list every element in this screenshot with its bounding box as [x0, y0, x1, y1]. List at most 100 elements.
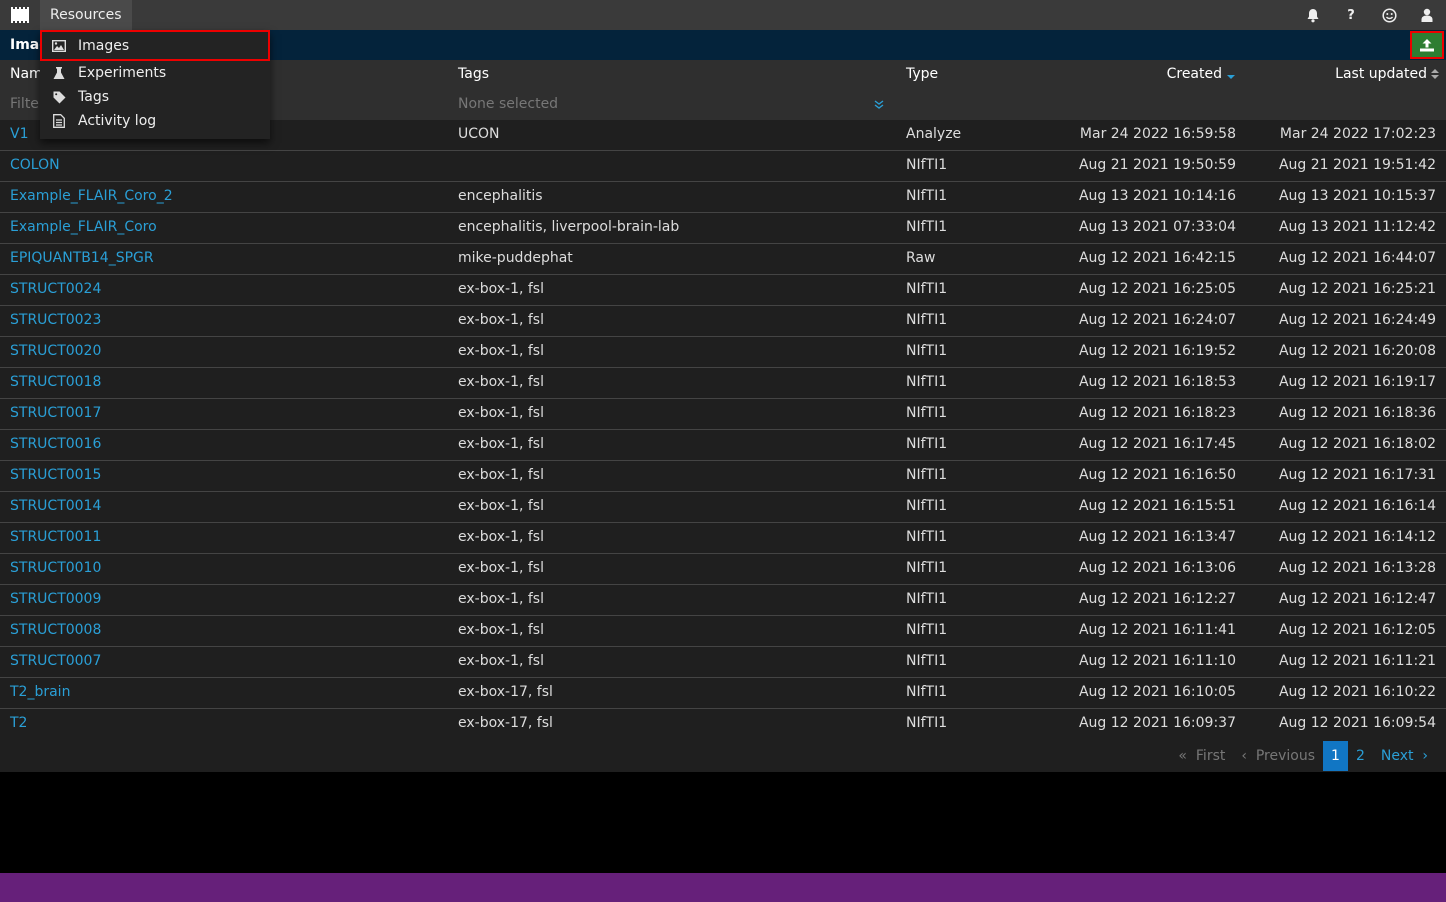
- image-icon: [52, 39, 66, 53]
- created-cell: Aug 12 2021 16:15:51: [1078, 498, 1236, 514]
- updated-cell: Aug 12 2021 16:10:22: [1278, 684, 1436, 700]
- pagination-next-label: Next: [1380, 748, 1414, 764]
- type-cell: NIfTI1: [906, 467, 948, 483]
- table-row[interactable]: STRUCT0024 ex-box-1, fsl NIfTI1 Aug 12 2021…: [0, 275, 1446, 306]
- created-cell: Aug 12 2021 16:13:06: [1078, 560, 1236, 576]
- image-name-link[interactable]: STRUCT0017: [10, 405, 101, 421]
- table-row[interactable]: EPIQUANTB14_SPGR mike-puddephat Raw Aug 12 …: [0, 244, 1446, 275]
- updated-cell: Aug 12 2021 16:16:14: [1278, 498, 1436, 514]
- table-row[interactable]: STRUCT0008 ex-box-1, fsl NIfTI1 Aug 12 2021…: [0, 616, 1446, 647]
- image-name-link[interactable]: T2_brain: [10, 684, 70, 700]
- image-name-link[interactable]: STRUCT0020: [10, 343, 101, 359]
- created-cell: Aug 12 2021 16:19:52: [1078, 343, 1236, 359]
- resources-menu-button[interactable]: Resources: [40, 0, 132, 30]
- type-cell: NIfTI1: [906, 312, 948, 328]
- created-cell: Aug 12 2021 16:11:10: [1078, 653, 1236, 669]
- menu-item-experiments[interactable]: Experiments: [40, 61, 270, 85]
- pagination-next[interactable]: Next ›: [1373, 741, 1436, 771]
- created-cell: Aug 12 2021 16:11:41: [1078, 622, 1236, 638]
- pagination-page-2[interactable]: 2: [1348, 741, 1373, 771]
- type-cell: NIfTI1: [906, 436, 948, 452]
- column-header-tags: Tags: [458, 66, 489, 82]
- type-cell: Raw: [906, 250, 936, 266]
- menu-item-tags[interactable]: Tags: [40, 85, 270, 109]
- table-row[interactable]: STRUCT0018 ex-box-1, fsl NIfTI1 Aug 12 2021…: [0, 368, 1446, 399]
- image-name-link[interactable]: T2: [10, 715, 27, 731]
- bell-icon[interactable]: [1294, 0, 1332, 30]
- created-cell: Aug 12 2021 16:25:05: [1078, 281, 1236, 297]
- type-cell: NIfTI1: [906, 684, 948, 700]
- upload-button[interactable]: [1410, 31, 1444, 59]
- table-row[interactable]: STRUCT0017 ex-box-1, fsl NIfTI1 Aug 12 2021…: [0, 399, 1446, 430]
- tags-cell: ex-box-1, fsl: [458, 653, 544, 669]
- created-cell: Mar 24 2022 16:59:58: [1079, 126, 1236, 142]
- created-cell: Aug 12 2021 16:10:05: [1078, 684, 1236, 700]
- question-icon[interactable]: ?: [1332, 0, 1370, 30]
- image-name-link[interactable]: STRUCT0007: [10, 653, 101, 669]
- tags-cell: mike-puddephat: [458, 250, 573, 266]
- table-row[interactable]: COLON NIfTI1 Aug 21 2021 19:50:59 Aug 21 20…: [0, 151, 1446, 182]
- created-cell: Aug 12 2021 16:16:50: [1078, 467, 1236, 483]
- table-row[interactable]: STRUCT0007 ex-box-1, fsl NIfTI1 Aug 12 2021…: [0, 647, 1446, 678]
- menu-item-images-label: Images: [78, 37, 130, 54]
- image-name-link[interactable]: V1: [10, 126, 28, 142]
- table-row[interactable]: STRUCT0015 ex-box-1, fsl NIfTI1 Aug 12 2021…: [0, 461, 1446, 492]
- tags-filter-placeholder: None selected: [458, 96, 559, 112]
- type-cell: NIfTI1: [906, 560, 948, 576]
- image-name-link[interactable]: STRUCT0009: [10, 591, 101, 607]
- image-name-link[interactable]: STRUCT0010: [10, 560, 101, 576]
- type-cell: NIfTI1: [906, 653, 948, 669]
- image-name-link[interactable]: STRUCT0011: [10, 529, 101, 545]
- type-cell: NIfTI1: [906, 157, 948, 173]
- resources-dropdown-menu: Images Experiments Tags Activity log: [40, 30, 270, 139]
- updated-cell: Aug 12 2021 16:13:28: [1278, 560, 1436, 576]
- table-row[interactable]: Example_FLAIR_Coro_2 encephalitis NIfTI1 Au…: [0, 182, 1446, 213]
- image-name-link[interactable]: STRUCT0024: [10, 281, 101, 297]
- pagination-previous[interactable]: ‹ Previous: [1233, 741, 1323, 771]
- tags-cell: ex-box-1, fsl: [458, 312, 544, 328]
- table-row[interactable]: STRUCT0014 ex-box-1, fsl NIfTI1 Aug 12 2021…: [0, 492, 1446, 523]
- table-row[interactable]: STRUCT0016 ex-box-1, fsl NIfTI1 Aug 12 2021…: [0, 430, 1446, 461]
- table-row[interactable]: Example_FLAIR_Coro encephalitis, liverpoo…: [0, 213, 1446, 244]
- tags-cell: ex-box-1, fsl: [458, 529, 544, 545]
- image-name-link[interactable]: EPIQUANTB14_SPGR: [10, 250, 154, 266]
- image-name-link[interactable]: Example_FLAIR_Coro_2: [10, 188, 173, 204]
- table-row[interactable]: T2_brain ex-box-17, fsl NIfTI1 Aug 12 2021 …: [0, 678, 1446, 709]
- pagination-first[interactable]: « First: [1170, 741, 1233, 771]
- tags-cell: ex-box-1, fsl: [458, 405, 544, 421]
- table-row[interactable]: STRUCT0020 ex-box-1, fsl NIfTI1 Aug 12 2021…: [0, 337, 1446, 368]
- image-name-link[interactable]: Example_FLAIR_Coro: [10, 219, 157, 235]
- table-row[interactable]: STRUCT0010 ex-box-1, fsl NIfTI1 Aug 12 2021…: [0, 554, 1446, 585]
- table-row[interactable]: STRUCT0011 ex-box-1, fsl NIfTI1 Aug 12 2021…: [0, 523, 1446, 554]
- app-logo[interactable]: [0, 0, 40, 30]
- menu-item-images[interactable]: Images: [40, 30, 270, 61]
- image-name-link[interactable]: STRUCT0008: [10, 622, 101, 638]
- tags-cell: ex-box-17, fsl: [458, 715, 553, 731]
- tags-cell: UCON: [458, 126, 500, 142]
- type-cell: NIfTI1: [906, 219, 948, 235]
- column-header-updated[interactable]: Last updated: [1335, 66, 1440, 82]
- image-name-link[interactable]: COLON: [10, 157, 60, 173]
- menu-item-activity-log-label: Activity log: [78, 113, 157, 129]
- user-icon[interactable]: [1408, 0, 1446, 30]
- image-name-link[interactable]: STRUCT0015: [10, 467, 101, 483]
- image-name-link[interactable]: STRUCT0018: [10, 374, 101, 390]
- smiley-icon[interactable]: [1370, 0, 1408, 30]
- type-cell: NIfTI1: [906, 281, 948, 297]
- table-row[interactable]: STRUCT0009 ex-box-1, fsl NIfTI1 Aug 12 2021…: [0, 585, 1446, 616]
- updated-cell: Aug 12 2021 16:12:47: [1278, 591, 1436, 607]
- tag-icon: [52, 90, 66, 104]
- updated-cell: Aug 12 2021 16:17:31: [1278, 467, 1436, 483]
- menu-item-activity-log[interactable]: Activity log: [40, 109, 270, 133]
- column-header-created[interactable]: Created: [1167, 66, 1236, 82]
- image-name-link[interactable]: STRUCT0014: [10, 498, 101, 514]
- updated-cell: Aug 12 2021 16:19:17: [1278, 374, 1436, 390]
- image-name-link[interactable]: STRUCT0016: [10, 436, 101, 452]
- updated-cell: Aug 12 2021 16:18:02: [1278, 436, 1436, 452]
- image-name-link[interactable]: STRUCT0023: [10, 312, 101, 328]
- updated-cell: Mar 24 2022 17:02:23: [1279, 126, 1436, 142]
- table-row[interactable]: STRUCT0023 ex-box-1, fsl NIfTI1 Aug 12 2021…: [0, 306, 1446, 337]
- table-row[interactable]: T2 ex-box-17, fsl NIfTI1 Aug 12 2021 16:09:…: [0, 709, 1446, 740]
- pagination-page-1[interactable]: 1: [1323, 741, 1348, 771]
- tags-filter-select[interactable]: None selected: [458, 96, 884, 112]
